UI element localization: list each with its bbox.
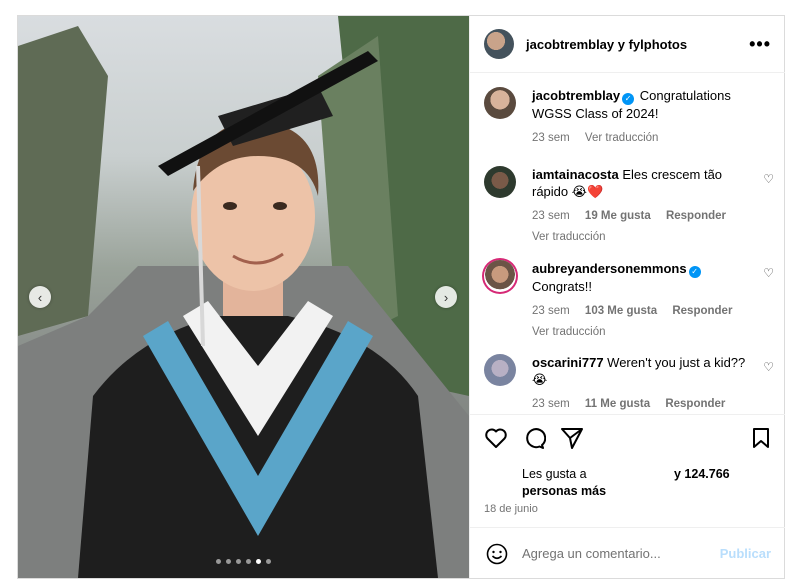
post-actions [470, 414, 785, 459]
add-comment-bar: Agrega un comentario... Publicar [470, 527, 785, 579]
comment-time[interactable]: 23 sem [532, 398, 570, 410]
likes-count: y 124.766 [674, 467, 730, 481]
more-dots-icon[interactable]: ••• [749, 34, 771, 55]
post-date[interactable]: 18 de junio [484, 503, 538, 515]
avatar[interactable] [484, 260, 516, 292]
comment-icon[interactable] [522, 427, 546, 449]
likes-text-left: Les gusta a [522, 467, 587, 481]
carousel-dot [236, 559, 241, 564]
bookmark-icon[interactable] [751, 427, 771, 449]
carousel-dot [226, 559, 231, 564]
graduate-photo-illustration [18, 16, 469, 578]
comment-username[interactable]: oscarini777 [532, 355, 604, 370]
carousel-dot [216, 559, 221, 564]
carousel-dot [266, 559, 271, 564]
carousel-dot-active [256, 559, 261, 564]
publish-button[interactable]: Publicar [720, 546, 771, 561]
caption-username[interactable]: jacobtremblay [532, 88, 620, 103]
chevron-left-icon: ‹ [37, 289, 43, 305]
avatar[interactable] [484, 354, 516, 386]
post-header: jacobtremblay y fylphotos ••• [470, 16, 785, 73]
post-author-title[interactable]: jacobtremblay y fylphotos [526, 37, 749, 52]
verified-badge-icon: ✓ [622, 93, 635, 105]
likes-text-bold: personas más [522, 484, 607, 498]
translate-link[interactable]: Ver traducción [585, 132, 659, 144]
emoji-icon[interactable] [486, 543, 508, 565]
next-slide-button[interactable]: › [435, 286, 457, 308]
author-avatar[interactable] [484, 29, 514, 59]
like-comment-heart-icon[interactable]: ♡ [763, 266, 774, 280]
comments-list: jacobtremblay ✓ Congratulations WGSS Clas… [470, 73, 785, 413]
comment-time[interactable]: 23 sem [532, 305, 570, 317]
instagram-post: ‹ › jacobtremblay y fylphotos ••• jacobt [17, 15, 785, 579]
comment-input[interactable]: Agrega un comentario... [522, 546, 720, 561]
post-side-panel: jacobtremblay y fylphotos ••• jacobtremb… [469, 16, 785, 578]
comment-likes[interactable]: 11 Me gusta [585, 398, 650, 410]
avatar[interactable] [484, 87, 516, 119]
likes-summary[interactable]: Les gusta a personas más y 124.766 [522, 466, 782, 500]
caption-time[interactable]: 23 sem [532, 132, 570, 144]
chevron-right-icon: › [443, 289, 449, 305]
comment-time[interactable]: 23 sem [532, 210, 570, 222]
translate-link[interactable]: Ver traducción [532, 324, 754, 341]
reply-button[interactable]: Responder [665, 398, 725, 410]
translate-link[interactable]: Ver traducción [532, 229, 754, 246]
carousel-dots [216, 559, 271, 564]
share-icon[interactable] [560, 427, 584, 449]
comment-username[interactable]: aubreyandersonemmons [532, 261, 687, 276]
avatar[interactable] [484, 166, 516, 198]
post-photo[interactable]: ‹ › [18, 16, 469, 578]
previous-slide-button[interactable]: ‹ [29, 286, 51, 308]
comment-likes[interactable]: 103 Me gusta [585, 305, 657, 317]
carousel-dot [246, 559, 251, 564]
verified-badge-icon: ✓ [688, 266, 701, 278]
comment-username[interactable]: iamtainacosta [532, 167, 619, 182]
heart-icon[interactable] [484, 427, 508, 449]
like-comment-heart-icon[interactable]: ♡ [763, 360, 774, 374]
like-comment-heart-icon[interactable]: ♡ [763, 172, 774, 186]
reply-button[interactable]: Responder [672, 305, 732, 317]
reply-button[interactable]: Responder [666, 210, 726, 222]
comment-text: Congrats!! [532, 279, 592, 294]
comment-likes[interactable]: 19 Me gusta [585, 210, 651, 222]
